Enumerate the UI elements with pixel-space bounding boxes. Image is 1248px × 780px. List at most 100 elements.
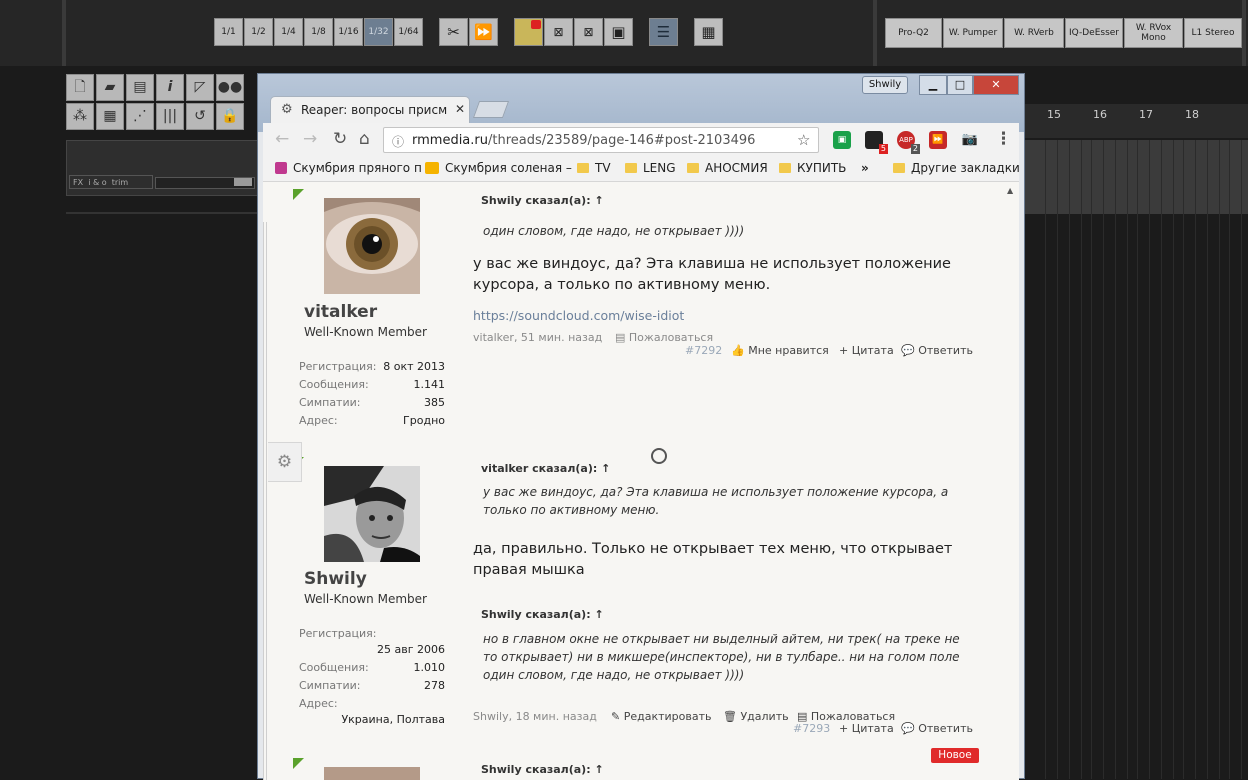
quote-header[interactable]: Shwily сказал(а): ↑ — [481, 194, 604, 207]
avatar[interactable] — [324, 466, 420, 562]
quote-header[interactable]: vitalker сказал(а): ↑ — [481, 462, 610, 475]
home-icon[interactable]: ⌂ — [359, 129, 370, 149]
grid-1-16-button[interactable]: 1/16 — [334, 18, 363, 46]
bookmark-folder[interactable]: TV — [577, 161, 611, 175]
timeline[interactable]: 15 16 17 18 — [1025, 104, 1248, 779]
extension-badge-icon[interactable]: 5 — [865, 131, 888, 154]
reply-button[interactable]: 💬 Ответить — [901, 722, 973, 735]
grid-1-1-button[interactable]: 1/1 — [214, 18, 243, 46]
quote-button[interactable]: + Цитата — [839, 722, 894, 735]
like-button[interactable]: 👍 Мне нравится — [731, 344, 829, 357]
tab-close-icon[interactable]: ✕ — [455, 102, 465, 116]
loop-icon[interactable]: ●● — [216, 74, 244, 101]
address-bar[interactable]: ⓘ rmmedia.ru/threads/23589/page-146#post… — [383, 127, 819, 153]
new-tab-button[interactable] — [472, 101, 510, 118]
edit-button[interactable]: ✎ Редактировать — [611, 710, 712, 723]
fx-w-pumper-button[interactable]: W. Pumper — [943, 18, 1003, 48]
quote-header[interactable]: Shwily сказал(а): ↑ — [481, 763, 604, 776]
back-icon[interactable]: ← — [275, 129, 289, 149]
fx-l1-stereo-button[interactable]: L1 Stereo — [1184, 18, 1242, 48]
grid-1-2-button[interactable]: 1/2 — [244, 18, 273, 46]
bookmark-folder[interactable]: LENG — [625, 161, 676, 175]
ripple-icon[interactable]: ||| — [156, 103, 184, 130]
cluster-icon[interactable]: ⁂ — [66, 103, 94, 130]
bookmark-folder[interactable]: КУПИТЬ — [779, 161, 846, 175]
browser-tab[interactable]: ⚙ Reaper: вопросы присм ✕ — [270, 96, 470, 123]
signature-link[interactable]: https://soundcloud.com/wise-idiot — [473, 308, 684, 323]
maximize-icon[interactable]: □ — [947, 75, 973, 95]
scissors-icon[interactable]: ✂ — [439, 18, 468, 46]
grid-1-32-button[interactable]: 1/32 — [364, 18, 393, 46]
bookmark-folder[interactable]: АНОСМИЯ — [687, 161, 768, 175]
username[interactable]: vitalker — [304, 302, 377, 322]
new-file-icon[interactable]: 🗋 — [66, 74, 94, 101]
lock-icon[interactable]: 🔒 — [216, 103, 244, 130]
folder-icon — [577, 163, 589, 173]
fast-forward-icon[interactable]: ⏩ — [469, 18, 498, 46]
post-number[interactable]: #7293 — [793, 722, 830, 735]
delete-button[interactable]: 🗑 Удалить — [723, 710, 789, 723]
stat-value: 1.141 — [413, 378, 446, 391]
stat-value: 1.010 — [413, 661, 446, 674]
grid-view-icon[interactable]: ▦ — [694, 18, 723, 46]
username[interactable]: Shwily — [304, 569, 367, 589]
bookmark-item[interactable]: Скумбрия соленая – — [425, 161, 572, 175]
quote-header[interactable]: Shwily сказал(а): ↑ — [481, 608, 604, 621]
grid-1-4-button[interactable]: 1/4 — [274, 18, 303, 46]
profile-button[interactable]: Shwily — [862, 76, 908, 94]
metronome-icon[interactable]: ◸ — [186, 74, 214, 101]
bookmark-star-icon[interactable]: ☆ — [797, 131, 810, 149]
adblock-icon[interactable]: ABP 2 — [897, 131, 920, 154]
menu-icon[interactable]: ⋮ — [995, 129, 1012, 149]
reply-button[interactable]: 💬 Ответить — [901, 344, 973, 357]
avatar[interactable] — [324, 767, 420, 780]
envelope-icon[interactable]: ⋰ — [126, 103, 154, 130]
timeline-ruler[interactable]: 15 16 17 18 — [1025, 104, 1248, 138]
reload-icon[interactable]: ↻ — [333, 129, 347, 149]
post-meta-author[interactable]: vitalker, 51 мин. назад — [473, 331, 602, 344]
scroll-up-icon[interactable]: ▲ — [1007, 186, 1013, 195]
mouse-cursor-icon — [651, 448, 667, 464]
mixer-view-icon[interactable]: ☰ — [649, 18, 678, 46]
fx-iq-deesser-button[interactable]: IQ-DeEsser — [1065, 18, 1123, 48]
info-icon[interactable]: i — [156, 74, 184, 101]
save-file-icon[interactable]: ▤ — [126, 74, 154, 101]
ruler-number: 17 — [1139, 108, 1153, 121]
bookmark-folder[interactable]: Другие закладки — [893, 161, 1020, 175]
bookmarks-more-button[interactable]: » — [861, 161, 869, 175]
track-header[interactable]: FX i & o trim — [66, 140, 258, 196]
close-icon[interactable]: ✕ — [973, 75, 1019, 95]
gear-icon[interactable]: ⚙ — [268, 442, 302, 482]
fx-pro-q2-button[interactable]: Pro-Q2 — [885, 18, 942, 48]
page-content: ▲ vitalker Well-Known Member Регистрация… — [263, 182, 1019, 780]
folder-icon — [687, 163, 699, 173]
open-folder-icon[interactable]: ▰ — [96, 74, 124, 101]
post-number[interactable]: #7292 — [685, 344, 722, 357]
undo-icon[interactable]: ↺ — [186, 103, 214, 130]
grid-icon[interactable]: ▦ — [96, 103, 124, 130]
extension-green-icon[interactable]: ▣ — [833, 131, 851, 149]
record-mode-icon[interactable] — [514, 18, 543, 46]
bookmarks-bar: Скумбрия пряного п Скумбрия соленая – TV… — [263, 157, 1020, 182]
delete-track-icon[interactable]: ⊠ — [574, 18, 603, 46]
extension-forward-icon[interactable]: ⏩ — [929, 131, 947, 149]
post-meta-author[interactable]: Shwily, 18 мин. назад — [473, 710, 597, 723]
grid-1-64-button[interactable]: 1/64 — [394, 18, 423, 46]
save-icon[interactable]: ▣ — [604, 18, 633, 46]
fx-w-rvox-button[interactable]: W. RVox Mono — [1124, 18, 1183, 48]
delete-item-icon[interactable]: ⊠ — [544, 18, 573, 46]
forward-icon[interactable]: → — [303, 129, 317, 149]
track-fx-io-controls[interactable]: FX i & o trim — [69, 175, 153, 189]
minimize-icon[interactable]: ▁ — [919, 75, 947, 95]
bookmark-item[interactable]: Скумбрия пряного п — [275, 161, 422, 175]
speech-bubble-icon: 💬 — [901, 344, 915, 357]
info-icon[interactable]: ⓘ — [392, 133, 404, 150]
report-link[interactable]: ▤ Пожаловаться — [615, 331, 713, 344]
reaper-toolbar: 1/1 1/2 1/4 1/8 1/16 1/32 1/64 ✂ ⏩ ⊠ ⊠ ▣… — [0, 0, 1248, 66]
fx-w-rverb-button[interactable]: W. RVerb — [1004, 18, 1064, 48]
volume-slider[interactable] — [155, 177, 255, 189]
grid-1-8-button[interactable]: 1/8 — [304, 18, 333, 46]
camera-icon[interactable]: 📷 — [961, 131, 979, 149]
avatar[interactable] — [324, 198, 420, 294]
quote-button[interactable]: + Цитата — [839, 344, 894, 357]
